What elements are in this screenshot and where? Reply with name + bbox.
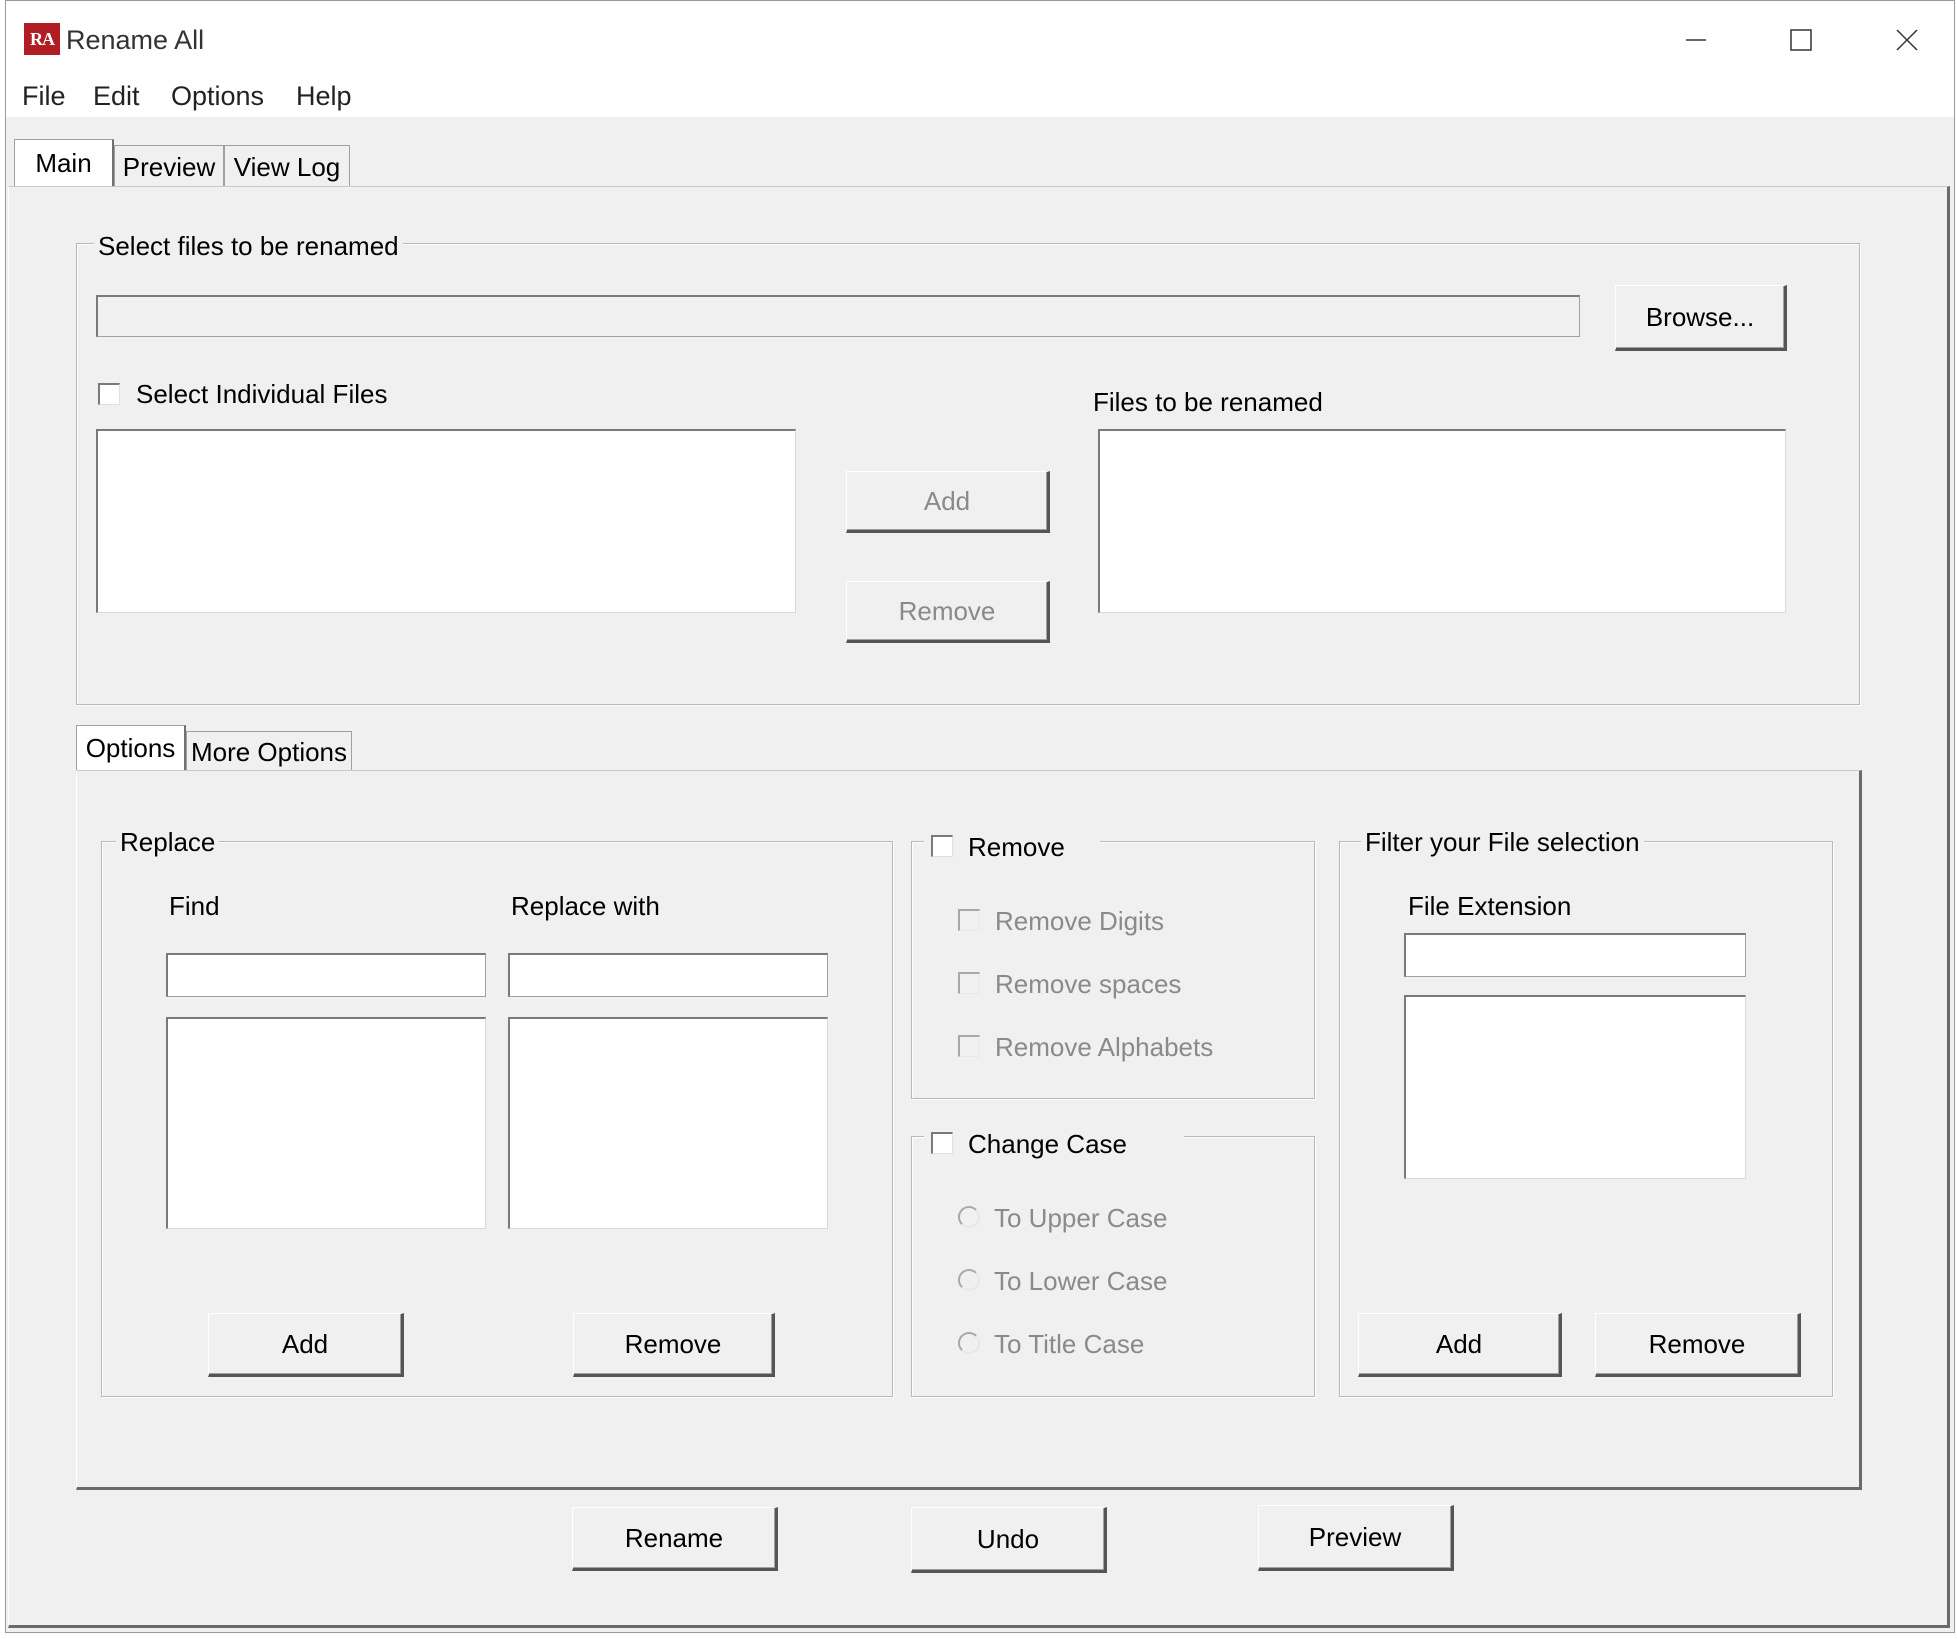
remove-files-button[interactable]: Remove xyxy=(846,581,1050,643)
to-title-case-label: To Title Case xyxy=(994,1329,1145,1359)
menu-help[interactable]: Help xyxy=(296,81,352,112)
close-button[interactable] xyxy=(1872,15,1942,65)
file-extension-input[interactable] xyxy=(1404,933,1746,977)
remove-alphabets-label: Remove Alphabets xyxy=(995,1032,1214,1062)
select-files-legend: Select files to be renamed xyxy=(94,231,403,261)
remove-digits-label: Remove Digits xyxy=(995,906,1165,936)
file-extension-list[interactable] xyxy=(1404,995,1746,1179)
filter-legend: Filter your File selection xyxy=(1361,827,1644,857)
change-case-checkbox[interactable] xyxy=(931,1132,953,1154)
minimize-button[interactable] xyxy=(1661,15,1731,65)
to-lower-case-radio[interactable] xyxy=(958,1269,980,1291)
replace-legend: Replace xyxy=(116,827,220,857)
replace-with-list[interactable] xyxy=(508,1017,828,1229)
menu-file[interactable]: File xyxy=(22,81,66,112)
menu-edit[interactable]: Edit xyxy=(93,81,140,112)
app-logo-icon: RA xyxy=(24,23,60,55)
select-individual-files-label: Select Individual Files xyxy=(136,379,388,409)
app-window: RA Rename All File Edit Options Help Mai… xyxy=(5,0,1955,1633)
preview-button[interactable]: Preview xyxy=(1258,1505,1454,1571)
menu-bar: File Edit Options Help xyxy=(6,79,1954,117)
maximize-button[interactable] xyxy=(1766,15,1836,65)
to-title-case-radio[interactable] xyxy=(958,1332,980,1354)
browse-button[interactable]: Browse... xyxy=(1615,285,1787,351)
find-list[interactable] xyxy=(166,1017,486,1229)
find-input[interactable] xyxy=(166,953,486,997)
close-icon xyxy=(1896,29,1918,51)
tab-options[interactable]: Options xyxy=(76,725,186,771)
replace-remove-button[interactable]: Remove xyxy=(573,1313,775,1377)
files-to-be-renamed-list[interactable] xyxy=(1098,429,1786,613)
select-individual-files-checkbox[interactable] xyxy=(98,383,120,405)
tab-view-log[interactable]: View Log xyxy=(224,145,350,187)
minimize-icon xyxy=(1686,39,1706,41)
replace-with-input[interactable] xyxy=(508,953,828,997)
source-files-list[interactable] xyxy=(96,429,796,613)
folder-path-input[interactable] xyxy=(96,295,1580,337)
change-case-legend: Change Case xyxy=(968,1129,1127,1159)
add-files-button[interactable]: Add xyxy=(846,471,1050,533)
remove-checkbox[interactable] xyxy=(931,835,953,857)
to-upper-case-label: To Upper Case xyxy=(994,1203,1168,1233)
maximize-icon xyxy=(1790,29,1812,51)
to-upper-case-radio[interactable] xyxy=(958,1206,980,1228)
tab-preview[interactable]: Preview xyxy=(114,145,224,187)
remove-digits-checkbox[interactable] xyxy=(958,909,980,931)
title-bar: RA Rename All xyxy=(6,1,1954,79)
replace-add-button[interactable]: Add xyxy=(208,1313,404,1377)
filter-remove-button[interactable]: Remove xyxy=(1595,1313,1801,1377)
filter-add-button[interactable]: Add xyxy=(1358,1313,1562,1377)
rename-button[interactable]: Rename xyxy=(572,1507,778,1571)
tab-more-options[interactable]: More Options xyxy=(186,731,352,771)
remove-spaces-checkbox[interactable] xyxy=(958,972,980,994)
replace-with-label: Replace with xyxy=(511,891,660,921)
window-title: Rename All xyxy=(66,25,205,55)
files-to-be-renamed-label: Files to be renamed xyxy=(1093,387,1323,417)
remove-alphabets-checkbox[interactable] xyxy=(958,1035,980,1057)
menu-options[interactable]: Options xyxy=(171,81,264,112)
find-label: Find xyxy=(169,891,220,921)
remove-spaces-label: Remove spaces xyxy=(995,969,1182,999)
file-extension-label: File Extension xyxy=(1408,891,1572,921)
to-lower-case-label: To Lower Case xyxy=(994,1266,1168,1296)
tab-main[interactable]: Main xyxy=(14,139,114,187)
undo-button[interactable]: Undo xyxy=(911,1507,1107,1573)
remove-legend: Remove xyxy=(968,832,1065,862)
